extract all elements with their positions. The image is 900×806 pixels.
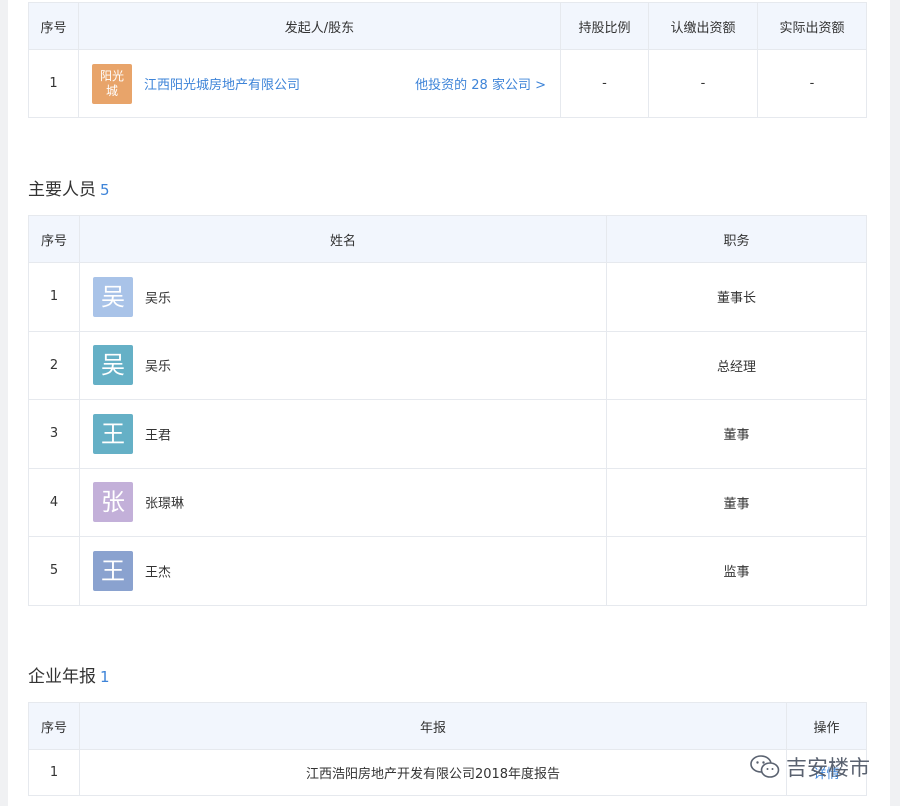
col-ratio-header: 持股比例: [560, 2, 649, 50]
shareholder-name-link[interactable]: 江西阳光城房地产有限公司: [144, 74, 415, 93]
person-name[interactable]: 吴乐: [145, 360, 171, 375]
row-index: 5: [28, 536, 80, 606]
table-row: 1 江西浩阳房地产开发有限公司2018年度报告 详情: [28, 749, 867, 796]
personnel-title: 主要人员: [28, 180, 96, 200]
report-name: 江西浩阳房地产开发有限公司2018年度报告: [79, 749, 787, 796]
personnel-count: 5: [100, 181, 110, 199]
avatar[interactable]: 吴: [93, 276, 133, 317]
person-name[interactable]: 王杰: [145, 565, 171, 580]
table-row: 2 吴吴乐 总经理: [28, 330, 867, 400]
person-name[interactable]: 吴乐: [145, 291, 171, 306]
avatar[interactable]: 吴: [93, 345, 133, 386]
person-position: 董事: [606, 467, 867, 537]
person-name[interactable]: 王君: [145, 428, 171, 443]
col-subscribed-header: 认缴出资额: [648, 2, 758, 50]
ratio-value: -: [560, 49, 649, 118]
reports-section-title: 企业年报 1: [28, 662, 110, 687]
row-index: 3: [28, 399, 80, 469]
avatar[interactable]: 张: [93, 482, 133, 523]
table-header-row: 序号 年报 操作: [28, 702, 867, 750]
col-paid-header: 实际出资额: [757, 2, 867, 50]
person-cell: 吴吴乐: [79, 330, 607, 400]
reports-count: 1: [100, 668, 110, 686]
row-index: 1: [28, 262, 80, 332]
person-cell: 王王君: [79, 399, 607, 469]
watermark: 吉安楼市: [750, 752, 870, 782]
person-position: 董事长: [606, 262, 867, 332]
avatar[interactable]: 王: [93, 550, 133, 591]
annual-report-table: 序号 年报 操作 1 江西浩阳房地产开发有限公司2018年度报告 详情: [28, 702, 867, 796]
person-cell: 张张璟琳: [79, 467, 607, 537]
wechat-icon: [750, 755, 780, 778]
table-row: 5 王王杰 监事: [28, 536, 867, 606]
row-index: 1: [28, 49, 79, 118]
col-action-header: 操作: [786, 702, 867, 750]
col-index-header: 序号: [28, 702, 80, 750]
col-index-header: 序号: [28, 2, 79, 50]
row-index: 1: [28, 749, 80, 796]
invested-companies-link[interactable]: 他投资的 28 家公司 >: [415, 74, 546, 93]
table-row: 3 王王君 董事: [28, 399, 867, 469]
table-row: 4 张张璟琳 董事: [28, 467, 867, 537]
shareholder-table: 序号 发起人/股东 持股比例 认缴出资额 实际出资额 1 阳光城 江西阳光城房地…: [28, 2, 867, 118]
watermark-text: 吉安楼市: [786, 756, 870, 780]
person-cell: 王王杰: [79, 536, 607, 606]
company-logo[interactable]: 阳光城: [92, 63, 132, 104]
row-index: 2: [28, 330, 80, 400]
table-row: 1 吴吴乐 董事长: [28, 262, 867, 332]
col-index-header: 序号: [28, 215, 80, 263]
reports-title: 企业年报: [28, 667, 96, 687]
col-position-header: 职务: [606, 215, 867, 263]
table-header-row: 序号 发起人/股东 持股比例 认缴出资额 实际出资额: [28, 2, 867, 50]
company-detail-page: 序号 发起人/股东 持股比例 认缴出资额 实际出资额 1 阳光城 江西阳光城房地…: [8, 0, 890, 806]
subscribed-value: -: [648, 49, 758, 118]
shareholder-cell: 阳光城 江西阳光城房地产有限公司 他投资的 28 家公司 >: [78, 49, 561, 118]
table-header-row: 序号 姓名 职务: [28, 215, 867, 263]
avatar[interactable]: 王: [93, 413, 133, 454]
col-shareholder-header: 发起人/股东: [78, 2, 561, 50]
person-position: 监事: [606, 536, 867, 606]
personnel-section-title: 主要人员 5: [28, 175, 110, 200]
col-name-header: 姓名: [79, 215, 607, 263]
row-index: 4: [28, 467, 80, 537]
paid-value: -: [757, 49, 867, 118]
person-name[interactable]: 张璟琳: [145, 497, 184, 512]
table-row: 1 阳光城 江西阳光城房地产有限公司 他投资的 28 家公司 > - - -: [28, 49, 867, 118]
personnel-table: 序号 姓名 职务 1 吴吴乐 董事长 2 吴吴乐 总经理 3 王 王君 董事 4…: [28, 215, 867, 606]
person-position: 董事: [606, 399, 867, 469]
person-position: 总经理: [606, 330, 867, 400]
person-cell: 吴吴乐: [79, 262, 607, 332]
col-report-header: 年报: [79, 702, 787, 750]
